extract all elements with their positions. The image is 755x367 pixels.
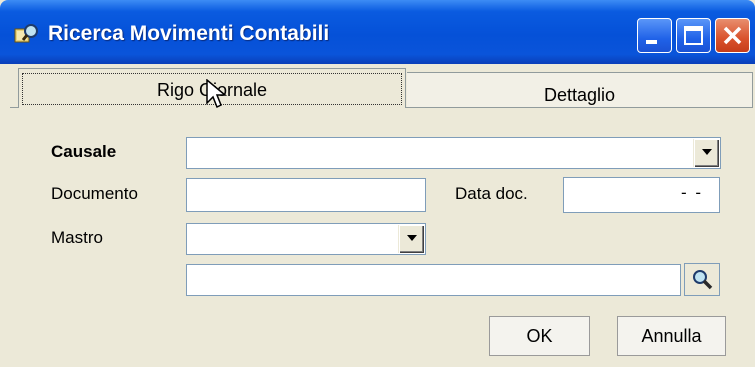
data-doc-value: - - xyxy=(680,183,703,202)
mastro-label: Mastro xyxy=(51,228,103,247)
data-doc-input[interactable]: - - xyxy=(563,177,720,213)
data-doc-label: Data doc. xyxy=(455,184,528,203)
tab-rigo-giornale[interactable]: Rigo Giornale xyxy=(18,68,406,108)
search-dialog-window: Ricerca Movimenti Contabili Rigo Giornal… xyxy=(0,0,755,367)
conto-input[interactable] xyxy=(186,264,681,296)
causale-label: Causale xyxy=(51,142,117,161)
maximize-icon xyxy=(684,26,703,45)
minimize-icon xyxy=(646,40,657,44)
minimize-button[interactable] xyxy=(637,18,672,53)
chevron-down-icon xyxy=(407,235,417,241)
mastro-dropdown-button[interactable] xyxy=(398,225,424,253)
tab-label: Rigo Giornale xyxy=(156,80,268,100)
tab-dettaglio[interactable]: Dettaglio xyxy=(407,72,753,108)
ok-button[interactable]: OK xyxy=(489,316,590,356)
cancel-button[interactable]: Annulla xyxy=(617,316,726,356)
causale-dropdown-button[interactable] xyxy=(693,139,719,167)
maximize-button[interactable] xyxy=(676,18,711,53)
causale-combobox[interactable] xyxy=(186,137,721,169)
window-title: Ricerca Movimenti Contabili xyxy=(48,22,330,45)
close-icon xyxy=(723,26,742,45)
documento-input[interactable] xyxy=(186,178,426,212)
close-button[interactable] xyxy=(715,18,750,53)
chevron-down-icon xyxy=(702,149,712,155)
magnifier-icon xyxy=(693,270,713,290)
tab-baseline-left xyxy=(10,107,18,108)
conto-search-button[interactable] xyxy=(684,263,720,296)
tab-label: Dettaglio xyxy=(543,85,616,105)
title-bar[interactable]: Ricerca Movimenti Contabili xyxy=(0,0,755,64)
documento-label: Documento xyxy=(51,184,138,203)
mastro-combobox[interactable] xyxy=(186,223,426,255)
search-book-icon xyxy=(14,23,40,45)
